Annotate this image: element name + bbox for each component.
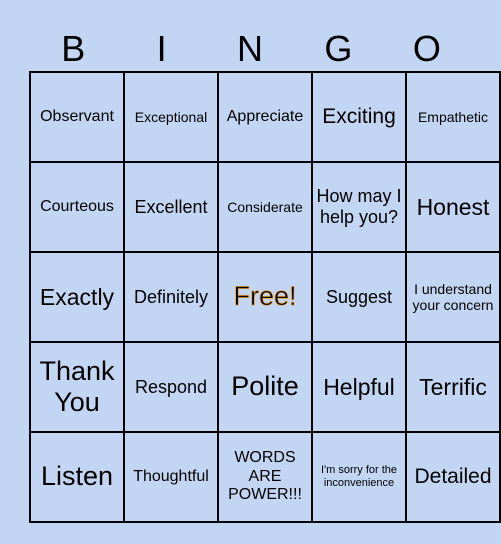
bingo-cell[interactable]: Suggest	[311, 251, 407, 343]
bingo-cell[interactable]: Appreciate	[217, 71, 313, 163]
bingo-cell[interactable]: Exactly	[29, 251, 125, 343]
bingo-cell[interactable]: Helpful	[311, 341, 407, 433]
grid-row: Thank You Respond Polite Helpful Terrifi…	[29, 341, 501, 433]
bingo-cell[interactable]: Thoughtful	[123, 431, 219, 523]
free-space-cell[interactable]: Free!	[217, 251, 313, 343]
bingo-cell[interactable]: Observant	[29, 71, 125, 163]
grid-row: Observant Exceptional Appreciate Excitin…	[29, 71, 501, 163]
grid-row: Listen Thoughtful WORDS ARE POWER!!! I'm…	[29, 431, 501, 523]
bingo-header: B I N G O	[29, 30, 471, 72]
bingo-cell[interactable]: I'm sorry for the inconvenience	[311, 431, 407, 523]
bingo-cell[interactable]: How may I help you?	[311, 161, 407, 253]
bingo-cell[interactable]: I understand your concern	[405, 251, 501, 343]
bingo-cell[interactable]: Honest	[405, 161, 501, 253]
bingo-cell[interactable]: Thank You	[29, 341, 125, 433]
bingo-grid: Observant Exceptional Appreciate Excitin…	[29, 71, 501, 523]
bingo-cell[interactable]: Courteous	[29, 161, 125, 253]
header-letter-i: I	[156, 28, 167, 69]
bingo-cell[interactable]: WORDS ARE POWER!!!	[217, 431, 313, 523]
grid-row: Courteous Excellent Considerate How may …	[29, 161, 501, 253]
bingo-cell[interactable]: Respond	[123, 341, 219, 433]
bingo-cell[interactable]: Definitely	[123, 251, 219, 343]
header-letter-b: B	[61, 28, 86, 69]
bingo-cell[interactable]: Empathetic	[405, 71, 501, 163]
header-letter-n: N	[237, 28, 264, 69]
bingo-cell[interactable]: Polite	[217, 341, 313, 433]
header-letter-o: O	[412, 28, 441, 69]
bingo-cell[interactable]: Considerate	[217, 161, 313, 253]
bingo-cell[interactable]: Listen	[29, 431, 125, 523]
header-letter-g: G	[324, 28, 353, 69]
bingo-cell[interactable]: Terrific	[405, 341, 501, 433]
bingo-cell[interactable]: Exceptional	[123, 71, 219, 163]
bingo-cell[interactable]: Exciting	[311, 71, 407, 163]
bingo-cell[interactable]: Excellent	[123, 161, 219, 253]
bingo-cell[interactable]: Detailed	[405, 431, 501, 523]
grid-row: Exactly Definitely Free! Suggest I under…	[29, 251, 501, 343]
